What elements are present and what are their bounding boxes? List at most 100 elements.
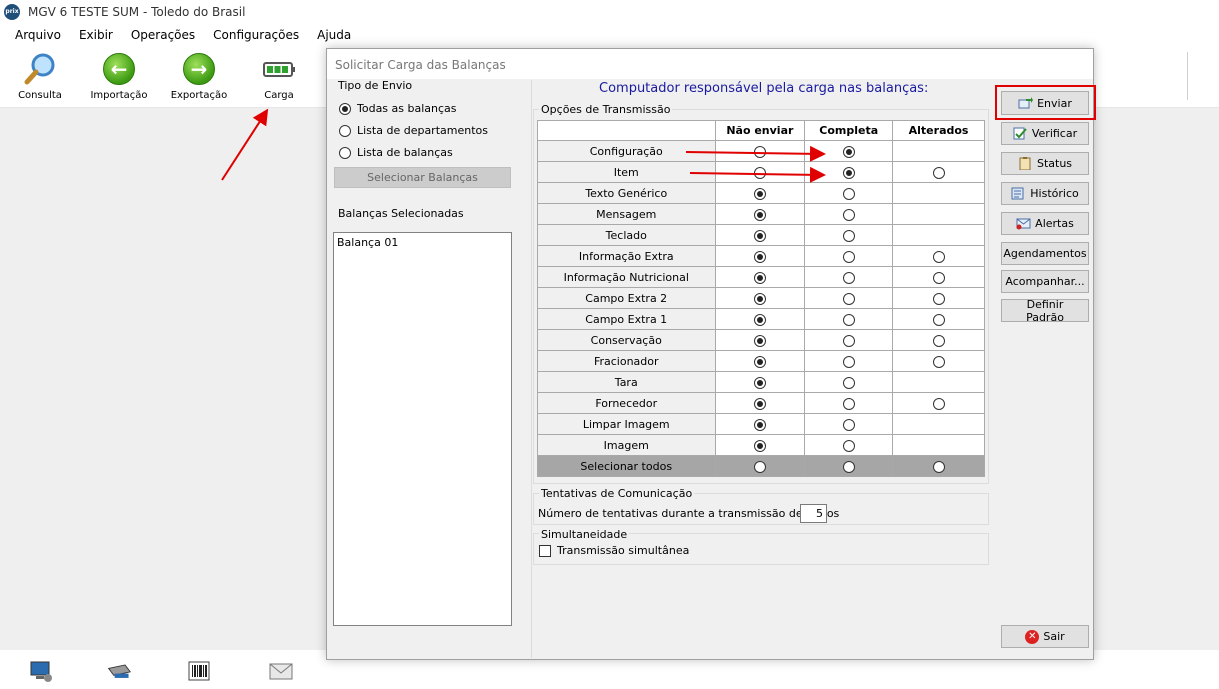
select-all-radio-nao-enviar[interactable] bbox=[753, 460, 766, 473]
exit-icon: ✕ bbox=[1025, 629, 1040, 644]
select-all-cell-alterados bbox=[892, 455, 985, 477]
radio-completa[interactable] bbox=[842, 145, 855, 158]
menu-exibir[interactable]: Exibir bbox=[70, 28, 122, 42]
radio-alterados[interactable] bbox=[932, 334, 945, 347]
option-label: Campo Extra 2 bbox=[537, 287, 716, 309]
option-cell-alterados bbox=[892, 371, 985, 393]
radio-nao-enviar[interactable] bbox=[753, 229, 766, 242]
window-title: MGV 6 TESTE SUM - Toledo do Brasil bbox=[28, 5, 246, 19]
menu-configuracoes[interactable]: Configurações bbox=[204, 28, 308, 42]
menu-arquivo[interactable]: Arquivo bbox=[6, 28, 70, 42]
option-cell-nao-enviar bbox=[714, 182, 806, 204]
select-all-radio-alterados[interactable] bbox=[932, 460, 945, 473]
computer-scale-icon[interactable] bbox=[28, 658, 54, 684]
radio-completa[interactable] bbox=[842, 187, 855, 200]
radio-alterados[interactable] bbox=[932, 250, 945, 263]
barcode-icon[interactable] bbox=[186, 658, 212, 684]
envelope-icon[interactable] bbox=[268, 658, 294, 684]
radio-nao-enviar[interactable] bbox=[753, 376, 766, 389]
importacao-button[interactable]: ← Importação bbox=[81, 52, 157, 101]
radio-nao-enviar[interactable] bbox=[753, 292, 766, 305]
radio-nao-enviar[interactable] bbox=[753, 334, 766, 347]
table-row: Campo Extra 2 bbox=[537, 287, 985, 309]
table-header-row: Não enviar Completa Alterados bbox=[537, 120, 985, 141]
menu-ajuda[interactable]: Ajuda bbox=[308, 28, 360, 42]
radio-todas-circle[interactable] bbox=[339, 102, 351, 115]
option-cell-nao-enviar bbox=[714, 308, 806, 330]
option-label: Informação Extra bbox=[537, 245, 716, 267]
radio-completa[interactable] bbox=[842, 334, 855, 347]
alertas-button[interactable]: Alertas bbox=[1001, 212, 1089, 235]
radio-nao-enviar[interactable] bbox=[753, 271, 766, 284]
option-label: Item bbox=[537, 161, 716, 183]
transmissao-simultanea-checkbox[interactable]: Transmissão simultânea bbox=[539, 544, 689, 557]
radio-nao-enviar[interactable] bbox=[753, 187, 766, 200]
radio-alterados[interactable] bbox=[932, 355, 945, 368]
definir-padrao-button[interactable]: Definir Padrão bbox=[1001, 298, 1089, 324]
radio-completa[interactable] bbox=[842, 355, 855, 368]
radio-nao-enviar[interactable] bbox=[753, 397, 766, 410]
radio-completa[interactable] bbox=[842, 292, 855, 305]
scale-icon[interactable] bbox=[106, 658, 132, 684]
consulta-button[interactable]: Consulta bbox=[2, 52, 78, 101]
tentativas-field-label: Número de tentativas durante a transmiss… bbox=[538, 507, 840, 520]
tentativas-input[interactable]: 5 bbox=[800, 504, 827, 523]
radio-alterados[interactable] bbox=[932, 271, 945, 284]
radio-completa[interactable] bbox=[842, 271, 855, 284]
radio-nao-enviar[interactable] bbox=[753, 439, 766, 452]
radio-departamentos-circle[interactable] bbox=[339, 124, 351, 137]
radio-balancas-circle[interactable] bbox=[339, 146, 351, 159]
radio-nao-enviar[interactable] bbox=[753, 418, 766, 431]
historico-button[interactable]: Histórico bbox=[1001, 182, 1089, 205]
radio-nao-enviar[interactable] bbox=[753, 208, 766, 221]
radio-alterados[interactable] bbox=[932, 397, 945, 410]
title-bar: prix MGV 6 TESTE SUM - Toledo do Brasil bbox=[0, 0, 1219, 24]
verificar-button[interactable]: Verificar bbox=[1001, 122, 1089, 145]
option-cell-alterados bbox=[892, 266, 985, 288]
radio-lista-balancas[interactable]: Lista de balanças bbox=[339, 146, 453, 159]
menu-operacoes[interactable]: Operações bbox=[122, 28, 204, 42]
radio-alterados[interactable] bbox=[932, 292, 945, 305]
exportacao-button[interactable]: → Exportação bbox=[161, 52, 237, 101]
balancas-selecionadas-list[interactable]: Balança 01 bbox=[333, 232, 512, 626]
status-button[interactable]: Status bbox=[1001, 152, 1089, 175]
option-cell-completa bbox=[804, 245, 894, 267]
radio-completa[interactable] bbox=[842, 397, 855, 410]
table-row: Mensagem bbox=[537, 203, 985, 225]
option-cell-completa bbox=[804, 140, 894, 162]
radio-todas-balancas[interactable]: Todas as balanças bbox=[339, 102, 457, 115]
radio-alterados[interactable] bbox=[932, 166, 945, 179]
agendamentos-button[interactable]: Agendamentos bbox=[1001, 242, 1089, 265]
radio-completa[interactable] bbox=[842, 376, 855, 389]
arrow-to-carga bbox=[221, 108, 269, 181]
sair-button[interactable]: ✕ Sair bbox=[1001, 625, 1089, 648]
simultaneidade-label: Simultaneidade bbox=[539, 528, 630, 541]
radio-nao-enviar[interactable] bbox=[753, 145, 766, 158]
opcoes-transmissao-label: Opções de Transmissão bbox=[539, 103, 673, 116]
table-body: Configuração Item Texto Genérico Mensagem Te… bbox=[537, 140, 985, 477]
transmissao-simultanea-box[interactable] bbox=[539, 544, 551, 557]
acompanhar-button[interactable]: Acompanhar... bbox=[1001, 270, 1089, 293]
radio-nao-enviar[interactable] bbox=[753, 313, 766, 326]
radio-completa[interactable] bbox=[842, 250, 855, 263]
carga-button[interactable]: Carga bbox=[241, 52, 317, 101]
radio-completa[interactable] bbox=[842, 229, 855, 242]
carga-label: Carga bbox=[264, 90, 294, 101]
list-item[interactable]: Balança 01 bbox=[337, 236, 508, 249]
radio-nao-enviar[interactable] bbox=[753, 166, 766, 179]
radio-completa[interactable] bbox=[842, 208, 855, 221]
radio-completa[interactable] bbox=[842, 439, 855, 452]
radio-nao-enviar[interactable] bbox=[753, 355, 766, 368]
select-all-label: Selecionar todos bbox=[537, 455, 716, 477]
radio-nao-enviar[interactable] bbox=[753, 250, 766, 263]
radio-completa[interactable] bbox=[842, 166, 855, 179]
consulta-label: Consulta bbox=[18, 90, 62, 101]
radio-alterados[interactable] bbox=[932, 313, 945, 326]
radio-todas-label: Todas as balanças bbox=[357, 102, 457, 115]
select-all-radio-completa[interactable] bbox=[842, 460, 855, 473]
option-cell-nao-enviar bbox=[714, 224, 806, 246]
selecionar-balancas-button[interactable]: Selecionar Balanças bbox=[334, 167, 511, 188]
radio-completa[interactable] bbox=[842, 418, 855, 431]
radio-lista-departamentos[interactable]: Lista de departamentos bbox=[339, 124, 488, 137]
radio-completa[interactable] bbox=[842, 313, 855, 326]
